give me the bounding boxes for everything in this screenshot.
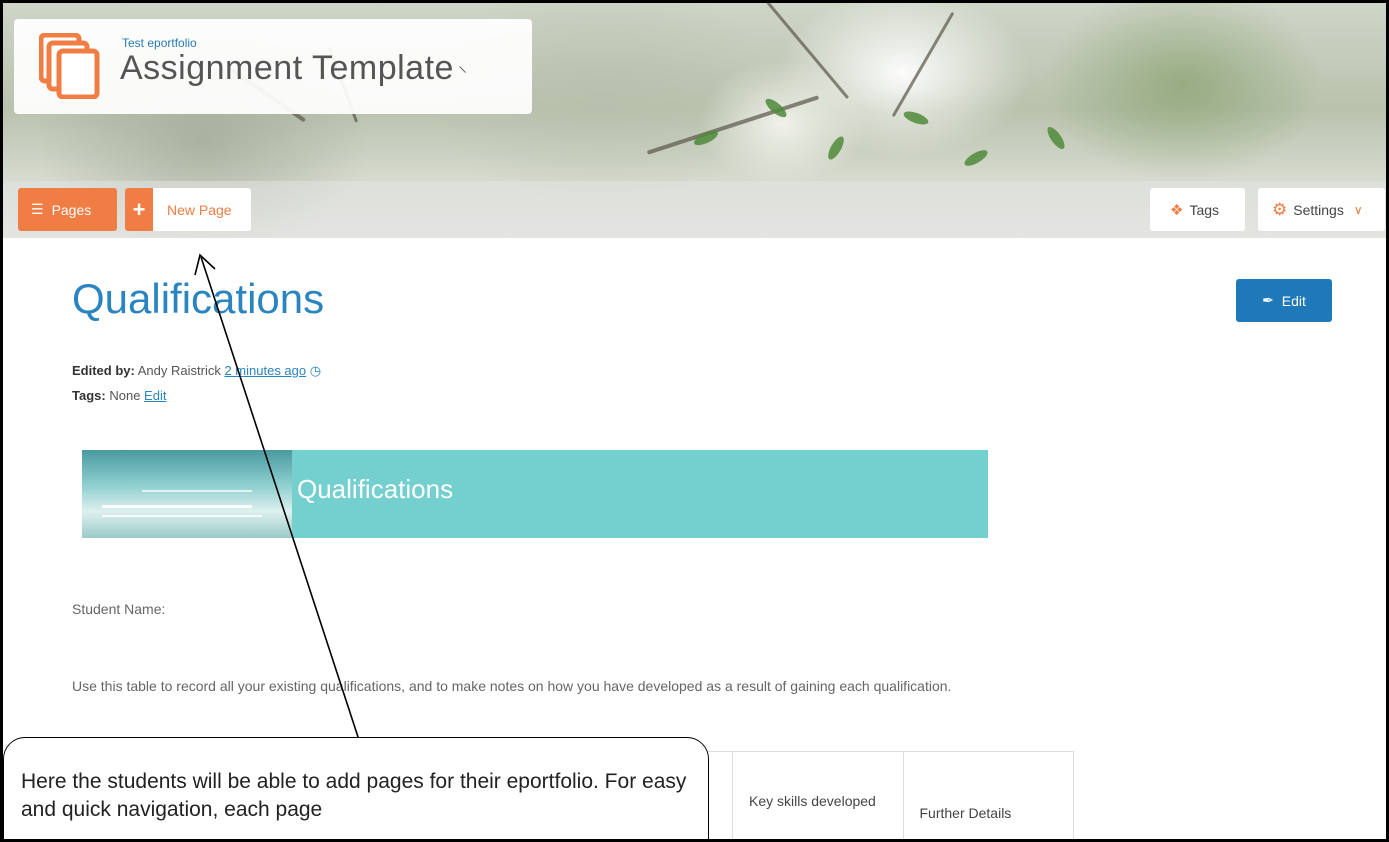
portfolio-title-card: Test eportfolio Assignment Template ⸌ (14, 19, 532, 114)
site-title-text: Assignment Template (120, 49, 454, 87)
tags-edit-link[interactable]: Edit (144, 388, 166, 403)
gear-icon: ⚙ (1272, 199, 1288, 219)
edit-page-button[interactable]: ✒ Edit (1236, 279, 1332, 322)
instructions-text: Use this table to record all your existi… (72, 678, 952, 694)
qualifications-table: Key skills developed Further Details (732, 751, 1074, 839)
pages-button-label: Pages (51, 201, 92, 218)
rss-icon[interactable]: ⸌ (458, 61, 468, 85)
edit-button-label: Edit (1281, 292, 1306, 309)
eportfolio-name[interactable]: Test eportfolio (122, 36, 197, 50)
student-name-label: Student Name: (72, 601, 166, 617)
qualifications-banner: Qualifications (82, 450, 988, 538)
pages-button[interactable]: ☰ Pages (18, 188, 117, 231)
settings-button[interactable]: ⚙ Settings ∨ (1258, 188, 1385, 231)
settings-button-label: Settings (1293, 201, 1344, 218)
tags-line: Tags: None Edit (72, 388, 166, 403)
edited-time-link[interactable]: 2 minutes ago (224, 363, 306, 378)
table-header-further-details: Further Details (904, 752, 1074, 839)
tags-button-label: Tags (1189, 201, 1220, 218)
tags-value: None (109, 388, 141, 403)
new-page-button[interactable]: + New Page (125, 188, 251, 231)
site-title: Assignment Template ⸌ (120, 49, 467, 88)
annotation-callout: Here the students will be able to add pa… (3, 737, 709, 839)
tags-button[interactable]: ❖ Tags (1150, 188, 1245, 231)
table-header-key-skills: Key skills developed (733, 752, 904, 839)
page-title: Qualifications (72, 275, 325, 322)
chevron-down-icon: ∨ (1353, 202, 1363, 217)
building-image (82, 450, 292, 538)
plus-icon: + (125, 188, 153, 231)
layers-icon: ☰ (31, 201, 44, 217)
edited-by-name: Andy Raistrick (137, 363, 221, 378)
banner-title: Qualifications (297, 474, 454, 504)
new-page-label: New Page (167, 201, 232, 218)
pages-logo-icon (39, 33, 100, 99)
tag-icon: ❖ (1170, 201, 1184, 219)
screenshot-frame: Test eportfolio Assignment Template ⸌ ☰ P… (0, 0, 1389, 842)
tags-label: Tags: (72, 388, 106, 403)
clock-icon: ◷ (309, 363, 322, 378)
edited-by-line: Edited by: Andy Raistrick 2 minutes ago … (72, 363, 321, 379)
edited-by-label: Edited by: (72, 363, 135, 378)
feather-icon: ✒ (1262, 292, 1274, 308)
